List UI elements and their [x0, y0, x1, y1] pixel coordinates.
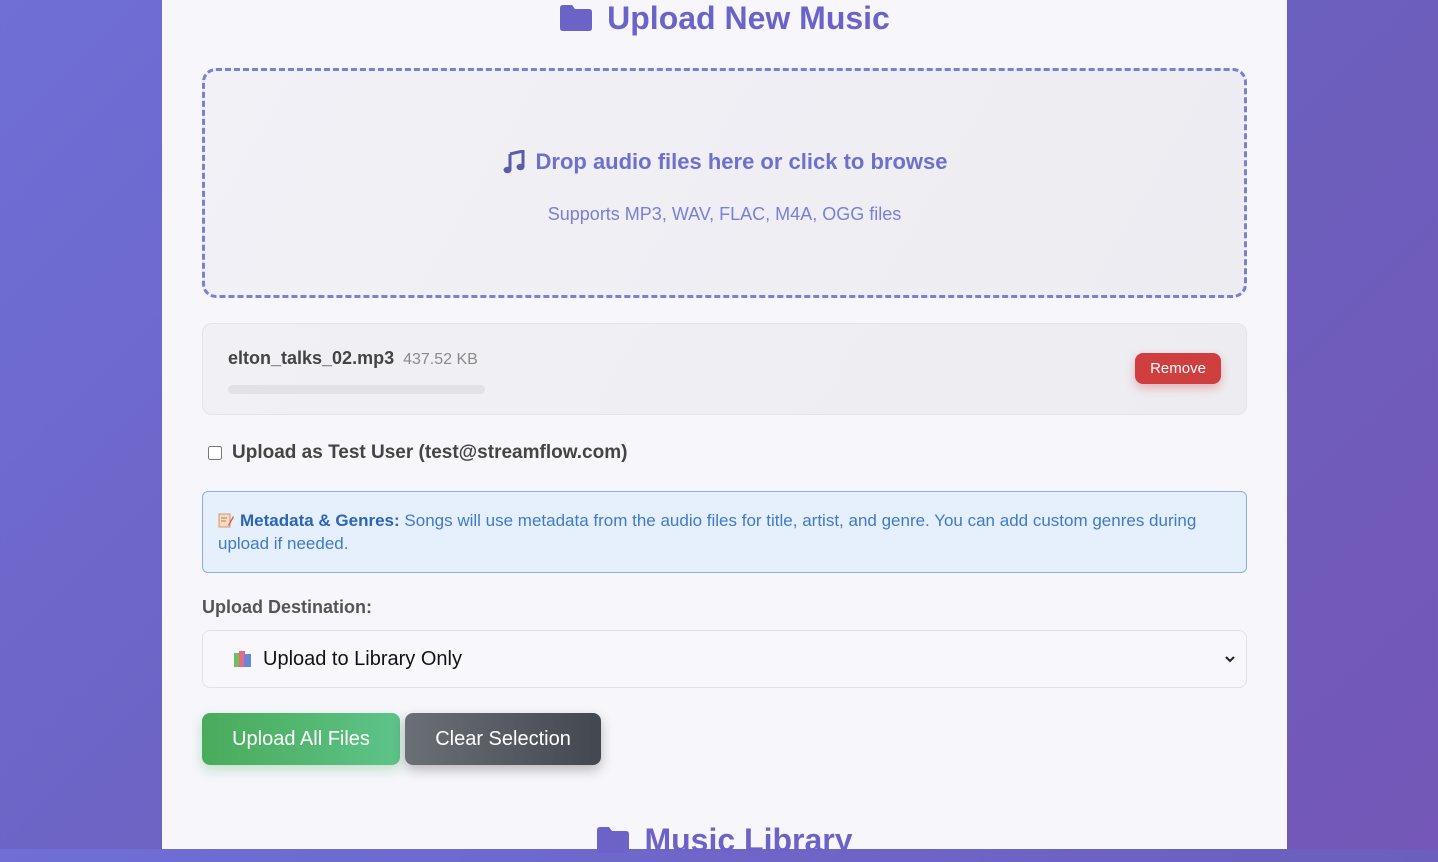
file-dropzone[interactable]: Drop audio files here or click to browse…: [202, 68, 1247, 298]
music-note-icon: [503, 150, 524, 174]
dropzone-sub-text: Supports MP3, WAV, FLAC, M4A, OGG files: [547, 204, 902, 224]
folder-icon: [560, 5, 593, 31]
library-section-header: Music Library: [162, 818, 1287, 862]
info-title: Metadata & Genres:: [240, 511, 400, 530]
clear-selection-button[interactable]: Clear Selection: [405, 713, 601, 765]
library-section-title: Music Library: [644, 821, 853, 858]
test-user-checkbox[interactable]: [208, 446, 222, 460]
memo-icon: [218, 513, 234, 528]
selected-file-item: elton_talks_02.mp3 437.52 KB Remove: [202, 323, 1247, 415]
folder-icon: [597, 827, 630, 853]
destination-select[interactable]: Upload to Library Only: [202, 630, 1247, 688]
main-panel: Upload New Music Drop audio files here o…: [162, 0, 1287, 858]
upload-progress-bar: [228, 385, 485, 394]
dropzone-main-text: Drop audio files here or click to browse: [535, 149, 948, 174]
test-user-label: Upload as Test User (test@streamflow.com…: [232, 442, 628, 463]
destination-selected-value: Upload to Library Only: [263, 647, 462, 670]
remove-file-button[interactable]: Remove: [1135, 353, 1221, 384]
dropzone-prompt: Drop audio files here or click to browse: [205, 149, 1244, 175]
file-name: elton_talks_02.mp3: [228, 348, 395, 368]
metadata-info-box: Metadata & Genres: Songs will use metada…: [202, 491, 1247, 573]
file-size: 437.52 KB: [403, 351, 478, 368]
test-user-option[interactable]: Upload as Test User (test@streamflow.com…: [208, 442, 627, 464]
upload-section-title: Upload New Music: [607, 0, 890, 36]
destination-label: Upload Destination:: [202, 597, 372, 617]
upload-section-header: Upload New Music: [162, 0, 1287, 40]
books-icon: [234, 651, 251, 667]
upload-all-button[interactable]: Upload All Files: [202, 713, 400, 765]
chevron-down-icon: [1225, 656, 1235, 663]
